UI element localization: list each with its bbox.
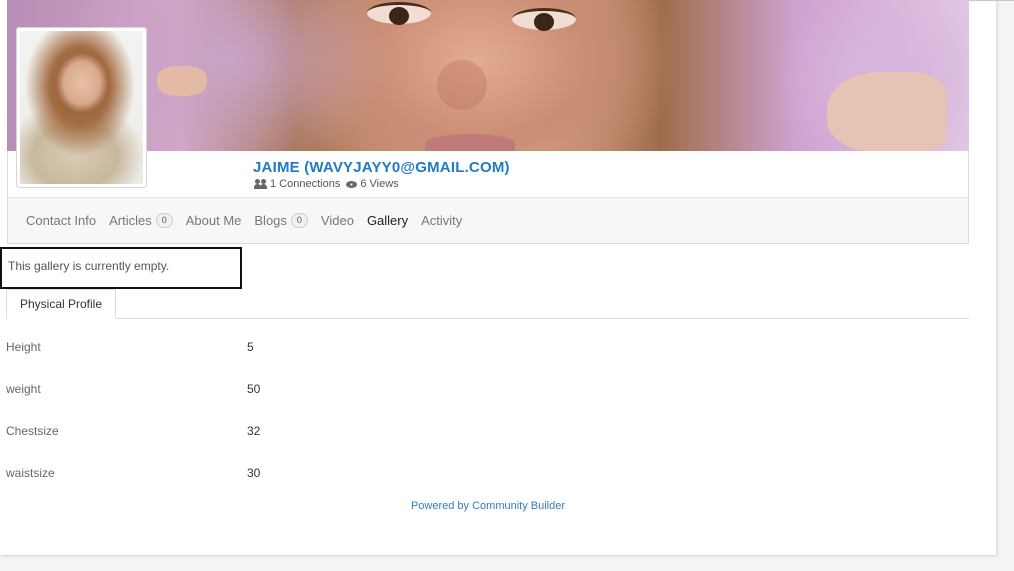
count-badge: 0 bbox=[290, 213, 308, 228]
views-stat: 6 Views bbox=[346, 178, 399, 190]
profile-name[interactable]: JAIME (WAVYJAYY0@GMAIL.COM) bbox=[253, 159, 510, 176]
field-value: 50 bbox=[247, 382, 261, 396]
avatar[interactable] bbox=[16, 27, 147, 188]
field-label: weight bbox=[6, 382, 41, 396]
tab-video[interactable]: Video bbox=[321, 213, 354, 228]
tab-articles[interactable]: Articles 0 bbox=[109, 213, 173, 228]
tab-label: Contact Info bbox=[26, 213, 97, 228]
tab-blogs[interactable]: Blogs 0 bbox=[254, 213, 308, 228]
profile-tabs: Contact Info Articles 0 About Me Blogs 0 V… bbox=[26, 213, 475, 228]
field-value: 30 bbox=[247, 466, 261, 480]
connections-stat[interactable]: 1 Connections bbox=[254, 178, 340, 190]
avatar-image bbox=[20, 31, 143, 184]
field-value: 5 bbox=[247, 340, 254, 354]
users-icon bbox=[254, 179, 267, 189]
tab-physical-profile[interactable]: Physical Profile bbox=[6, 289, 116, 319]
tab-label: About Me bbox=[185, 213, 242, 228]
tab-about-me[interactable]: About Me bbox=[186, 213, 242, 228]
tab-label: Articles bbox=[109, 213, 152, 228]
top-divider bbox=[968, 0, 1014, 1]
field-label: Height bbox=[6, 340, 41, 354]
cover-photo bbox=[7, 0, 969, 152]
tab-contact-info[interactable]: Contact Info bbox=[26, 213, 96, 228]
tab-label: Blogs bbox=[254, 213, 287, 228]
field-value: 32 bbox=[247, 424, 261, 438]
tab-label: Gallery bbox=[366, 213, 409, 228]
tab-label: Video bbox=[320, 213, 354, 228]
tab-activity[interactable]: Activity bbox=[421, 213, 462, 228]
powered-by-link[interactable]: Powered by Community Builder bbox=[0, 500, 976, 512]
gallery-empty-message: This gallery is currently empty. bbox=[0, 247, 242, 289]
tab-gallery[interactable]: Gallery bbox=[367, 213, 408, 228]
profile-stats: 1 Connections 6 Views bbox=[254, 178, 399, 190]
eye-icon bbox=[346, 180, 358, 188]
subtab-divider bbox=[6, 318, 969, 319]
tab-label: Activity bbox=[421, 213, 463, 228]
connections-count: 1 Connections bbox=[270, 178, 341, 190]
field-label: waistsize bbox=[6, 466, 55, 480]
field-label: Chestsize bbox=[6, 424, 59, 438]
count-badge: 0 bbox=[155, 213, 173, 228]
views-count: 6 Views bbox=[360, 178, 399, 190]
